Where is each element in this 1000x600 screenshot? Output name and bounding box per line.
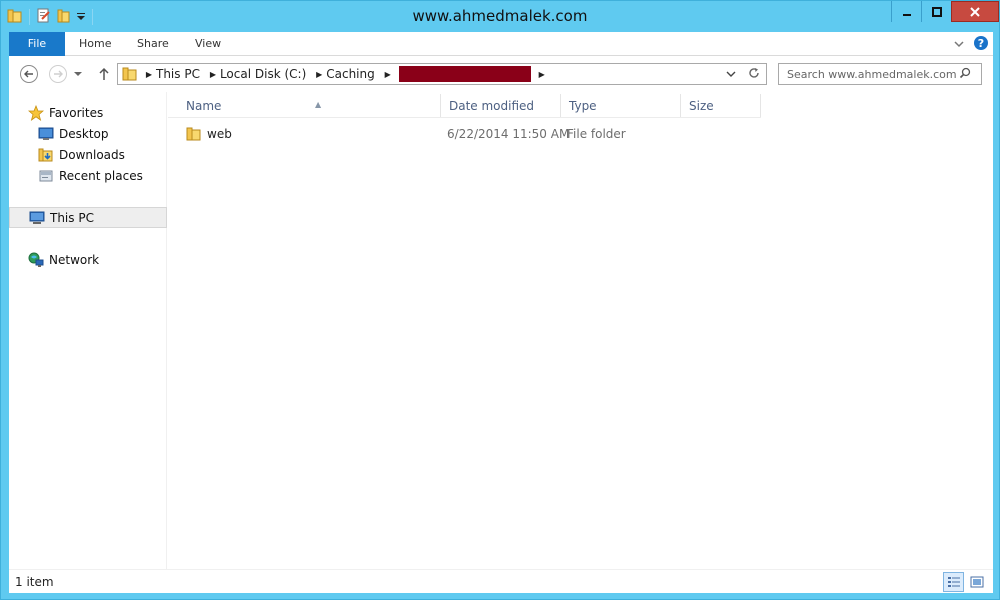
address-bar[interactable]: ▶ This PC ▶ Local Disk (C:) ▶ Caching ▶ …: [117, 63, 767, 85]
forward-button[interactable]: [48, 64, 68, 84]
view-toggle: [943, 572, 987, 592]
computer-icon: [28, 210, 46, 226]
svg-text:?: ?: [978, 37, 984, 50]
back-button[interactable]: [19, 64, 39, 84]
window-controls: [891, 1, 999, 22]
large-icons-view-icon: [970, 576, 983, 588]
minimize-icon: [902, 13, 911, 16]
minimize-button[interactable]: [891, 1, 921, 22]
forward-arrow-icon: [49, 65, 67, 83]
network-icon: [27, 252, 45, 268]
close-icon: [970, 6, 980, 17]
folder-icon: [186, 126, 202, 145]
maximize-icon: [931, 6, 942, 17]
nav-item-favorites[interactable]: Favorites: [9, 102, 167, 123]
column-header-size[interactable]: Size: [681, 94, 761, 118]
breadcrumb-separator-icon[interactable]: ▶: [381, 70, 395, 79]
item-count: 1 item: [15, 575, 54, 589]
maximize-button[interactable]: [921, 1, 951, 22]
column-header-type[interactable]: Type: [561, 94, 681, 118]
navigation-bar: ▶ This PC ▶ Local Disk (C:) ▶ Caching ▶ …: [9, 56, 993, 92]
nav-item-label: Recent places: [59, 168, 143, 183]
details-view-button[interactable]: [943, 572, 964, 592]
nav-item-label: Desktop: [59, 126, 109, 141]
folder-location-icon: [122, 66, 138, 82]
file-list: ▲ Name Date modified Type Size web 6/22/…: [168, 92, 993, 569]
desktop-icon: [37, 126, 55, 142]
breadcrumb-this-pc[interactable]: This PC: [156, 64, 200, 84]
column-header-name[interactable]: ▲ Name: [178, 94, 441, 118]
table-row[interactable]: web 6/22/2014 11:50 AM File folder: [168, 125, 993, 145]
tab-view[interactable]: View: [195, 32, 221, 56]
back-arrow-icon: [20, 65, 38, 83]
address-history-chevron-icon[interactable]: [726, 67, 736, 81]
breadcrumb-caching[interactable]: Caching: [326, 64, 375, 84]
redacted-breadcrumb[interactable]: [398, 66, 531, 82]
details-view-icon: [947, 577, 960, 587]
search-input[interactable]: [787, 67, 959, 81]
nav-item-label: Network: [49, 252, 100, 267]
title-bar: www.ahmedmalek.com: [1, 1, 999, 32]
chevron-down-icon: [74, 72, 82, 76]
nav-item-label: Favorites: [49, 105, 104, 120]
window-title: www.ahmedmalek.com: [412, 7, 588, 25]
up-button[interactable]: [94, 64, 114, 84]
nav-item-recent-places[interactable]: Recent places: [9, 165, 167, 186]
star-icon: [27, 104, 45, 121]
nav-item-downloads[interactable]: Downloads: [9, 144, 167, 165]
refresh-icon[interactable]: [748, 67, 760, 82]
sort-ascending-icon: ▲: [315, 100, 322, 109]
navigation-pane: Favorites Desktop Downloads Recent place…: [9, 92, 167, 569]
ribbon-controls: ?: [953, 35, 989, 54]
header-divider: [168, 117, 761, 118]
nav-item-desktop[interactable]: Desktop: [9, 123, 167, 144]
file-name[interactable]: web: [207, 127, 232, 141]
large-icons-view-button[interactable]: [966, 572, 987, 592]
content-area: Favorites Desktop Downloads Recent place…: [9, 92, 993, 569]
expand-ribbon-chevron-icon[interactable]: [953, 38, 965, 52]
nav-item-network[interactable]: Network: [9, 249, 167, 270]
tab-file[interactable]: File: [9, 32, 65, 56]
search-icon[interactable]: [959, 67, 971, 82]
downloads-folder-icon: [37, 147, 55, 163]
breadcrumb-separator-icon[interactable]: ▶: [535, 70, 549, 79]
breadcrumb-local-disk[interactable]: Local Disk (C:): [220, 64, 306, 84]
breadcrumb-separator-icon[interactable]: ▶: [312, 70, 326, 79]
nav-item-label: Downloads: [59, 147, 125, 162]
file-type: File folder: [567, 127, 626, 141]
nav-item-this-pc[interactable]: This PC: [9, 207, 167, 228]
recent-locations-button[interactable]: [72, 64, 84, 84]
recent-places-icon: [37, 168, 55, 184]
status-bar: 1 item: [9, 569, 993, 593]
ribbon-tabs: File Home Share View ?: [9, 32, 993, 56]
tab-home[interactable]: Home: [79, 32, 111, 56]
close-button[interactable]: [951, 1, 999, 22]
breadcrumb-separator-icon[interactable]: ▶: [142, 70, 156, 79]
search-box[interactable]: [778, 63, 982, 85]
help-icon[interactable]: ?: [973, 35, 989, 54]
address-bar-controls: [726, 66, 760, 82]
explorer-window: www.ahmedmalek.com File Home Share View …: [0, 0, 1000, 600]
tab-share[interactable]: Share: [137, 32, 169, 56]
breadcrumb-separator-icon[interactable]: ▶: [206, 70, 220, 79]
up-arrow-icon: [99, 67, 109, 80]
nav-item-label: This PC: [50, 210, 94, 225]
file-date-modified: 6/22/2014 11:50 AM: [447, 127, 570, 141]
column-header-date-modified[interactable]: Date modified: [441, 94, 561, 118]
